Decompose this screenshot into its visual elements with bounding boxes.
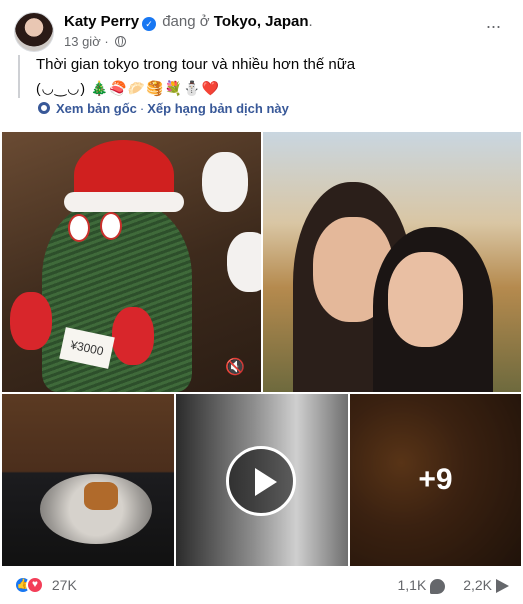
post-text: Thời gian tokyo trong tour và nhiều hơn … [36, 56, 356, 73]
photo-selfie[interactable] [263, 132, 521, 392]
see-original-link[interactable]: Xem bản gốc [56, 101, 137, 116]
globe-icon[interactable] [115, 36, 127, 47]
more-options-button[interactable]: ··· [481, 16, 505, 40]
snowman-decoration [202, 152, 248, 212]
translation-separator: · [139, 101, 145, 116]
post-footer: 👍 ♥ 27K 1,1K 2,2K [14, 572, 509, 598]
location-suffix: . [308, 13, 313, 30]
meta-separator: · [104, 34, 109, 49]
author-line: Katy Perry ✓ đang ở Tokyo, Japan. [64, 13, 313, 31]
reactions-summary[interactable]: 👍 ♥ 27K [14, 576, 77, 595]
gear-icon [38, 102, 50, 114]
red-mitten [10, 292, 52, 350]
author-name[interactable]: Katy Perry [64, 13, 139, 30]
rate-translation-link[interactable]: Xếp hạng bản dịch này [147, 101, 289, 116]
location-prefix: đang ở [162, 13, 210, 30]
post-meta: 13 giờ · [64, 34, 127, 49]
love-icon: ♥ [26, 576, 44, 595]
post-timestamp[interactable]: 13 giờ [64, 34, 101, 49]
post-body: Thời gian tokyo trong tour và nhiều hơn … [18, 55, 509, 98]
mute-icon[interactable]: 🔇 [221, 354, 249, 382]
engagement-stats: 1,1K 2,2K [383, 576, 509, 594]
snowman-decoration [227, 232, 261, 292]
food-item [84, 482, 118, 510]
share-count[interactable]: 2,2K [463, 577, 509, 594]
toy-eye [68, 214, 90, 242]
toy-eye [100, 212, 122, 240]
video-thumbnail[interactable] [176, 394, 348, 566]
post-card: Katy Perry ✓ đang ở Tokyo, Japan. 13 giờ … [0, 0, 523, 604]
reaction-count: 27K [51, 577, 77, 594]
share-count-text: 2,2K [463, 577, 492, 594]
comment-count-text: 1,1K [397, 576, 427, 593]
photo-more[interactable]: +9 [350, 394, 521, 566]
post-header: Katy Perry ✓ đang ở Tokyo, Japan. 13 giờ … [14, 12, 511, 52]
person-face [388, 252, 463, 347]
comment-count[interactable]: 1,1K [397, 576, 446, 594]
share-icon [496, 579, 509, 594]
post-emoji-line: (◡‿◡) 🎄🍣🥟🥞💐⛄❤️ [36, 80, 220, 96]
santa-hat-band [64, 192, 184, 212]
photo-food-plate[interactable] [2, 394, 174, 566]
comment-icon [430, 578, 446, 594]
photo-christmas-tree-toy[interactable]: ¥3000 🔇 [2, 132, 261, 392]
location-link[interactable]: Tokyo, Japan [214, 13, 309, 30]
red-mitten [112, 307, 154, 365]
author-avatar[interactable] [14, 12, 54, 52]
translation-bar: Xem bản gốc · Xếp hạng bản dịch này [38, 101, 289, 116]
verified-badge-icon: ✓ [142, 17, 157, 31]
more-photos-overlay[interactable]: +9 [350, 394, 521, 566]
play-icon[interactable] [226, 446, 296, 516]
